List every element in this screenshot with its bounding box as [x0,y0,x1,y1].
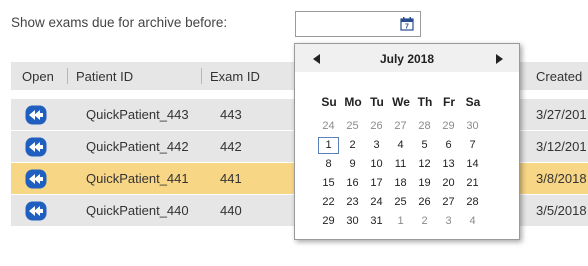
archive-date-field[interactable]: 7 [295,11,421,37]
archive-filter-label: Show exams due for archive before: [11,15,228,30]
calendar-day[interactable]: 23 [342,194,363,211]
calendar-day[interactable]: 3 [438,213,459,230]
calendar-day[interactable]: 5 [414,137,435,154]
back-arrow-icon[interactable] [25,169,47,189]
calendar-day[interactable]: 11 [390,156,411,173]
calendar-day[interactable]: 25 [390,194,411,211]
weekday-label: Sa [465,95,481,109]
calendar-day[interactable]: 24 [318,118,339,135]
calendar-day[interactable]: 15 [318,175,339,192]
weekday-label: Th [417,95,433,109]
calendar-day[interactable]: 16 [342,175,363,192]
calendar-day[interactable]: 29 [318,213,339,230]
weekday-label: Fr [443,95,455,109]
weekday-label: Mo [344,95,362,109]
column-header-created[interactable]: Created [536,69,582,84]
calendar-day[interactable]: 2 [414,213,435,230]
triangle-right-icon[interactable] [495,54,503,64]
weekday-label: Su [321,95,337,109]
patient-id-cell: QuickPatient_443 [86,107,189,122]
calendar-day[interactable]: 28 [414,118,435,135]
calendar-day[interactable]: 6 [438,137,459,154]
calendar-day[interactable]: 28 [462,194,483,211]
calendar-day[interactable]: 24 [366,194,387,211]
calendar-day[interactable]: 26 [366,118,387,135]
column-header-open[interactable]: Open [22,69,54,84]
calendar-header: July 2018 [295,44,519,72]
exam-id-cell: 443 [220,107,242,122]
column-separator [67,68,68,84]
calendar-day[interactable]: 27 [438,194,459,211]
calendar-day[interactable]: 1 [318,137,339,154]
exam-id-cell: 441 [220,171,242,186]
calendar-day[interactable]: 14 [462,156,483,173]
calendar-day[interactable]: 2 [342,137,363,154]
back-arrow-icon[interactable] [25,201,47,221]
calendar-day[interactable]: 30 [462,118,483,135]
back-arrow-icon[interactable] [25,137,47,157]
patient-id-cell: QuickPatient_442 [86,139,189,154]
calendar-day[interactable]: 25 [342,118,363,135]
calendar-day[interactable]: 18 [390,175,411,192]
calendar-day[interactable]: 10 [366,156,387,173]
calendar-day[interactable]: 22 [318,194,339,211]
weekday-label: Tu [370,95,384,109]
calendar-day[interactable]: 21 [462,175,483,192]
svg-text:7: 7 [405,24,409,31]
back-arrow-icon[interactable] [25,105,47,125]
calendar-day[interactable]: 27 [390,118,411,135]
date-picker-popup: July 2018 Su Mo Tu We Th Fr Sa 24 25 26 27 28 29 30 1… [294,43,520,240]
calendar-day[interactable]: 4 [390,137,411,154]
calendar-day[interactable]: 9 [342,156,363,173]
column-header-patient-id[interactable]: Patient ID [76,69,133,84]
created-date-cell: 3/12/201 [536,139,587,154]
archive-date-input[interactable] [296,12,396,36]
created-date-cell: 3/8/2018 [536,171,587,186]
calendar-day[interactable]: 4 [462,213,483,230]
calendar-day[interactable]: 30 [342,213,363,230]
created-date-cell: 3/5/2018 [536,203,587,218]
created-date-cell: 3/27/201 [536,107,587,122]
exam-id-cell: 440 [220,203,242,218]
calendar-day[interactable]: 29 [438,118,459,135]
calendar-day[interactable]: 3 [366,137,387,154]
calendar-day[interactable]: 1 [390,213,411,230]
patient-id-cell: QuickPatient_440 [86,203,189,218]
column-header-exam-id[interactable]: Exam ID [210,69,260,84]
column-separator [201,68,202,84]
calendar-month-title: July 2018 [379,52,435,66]
calendar-icon[interactable]: 7 [399,16,415,32]
calendar-day[interactable]: 7 [462,137,483,154]
calendar-day[interactable]: 13 [438,156,459,173]
exam-id-cell: 442 [220,139,242,154]
patient-id-cell: QuickPatient_441 [86,171,189,186]
calendar-day[interactable]: 17 [366,175,387,192]
calendar-day[interactable]: 20 [438,175,459,192]
weekday-label: We [392,95,410,109]
calendar-day[interactable]: 12 [414,156,435,173]
calendar-day[interactable]: 8 [318,156,339,173]
calendar-day[interactable]: 31 [366,213,387,230]
calendar-day[interactable]: 19 [414,175,435,192]
calendar-day[interactable]: 26 [414,194,435,211]
